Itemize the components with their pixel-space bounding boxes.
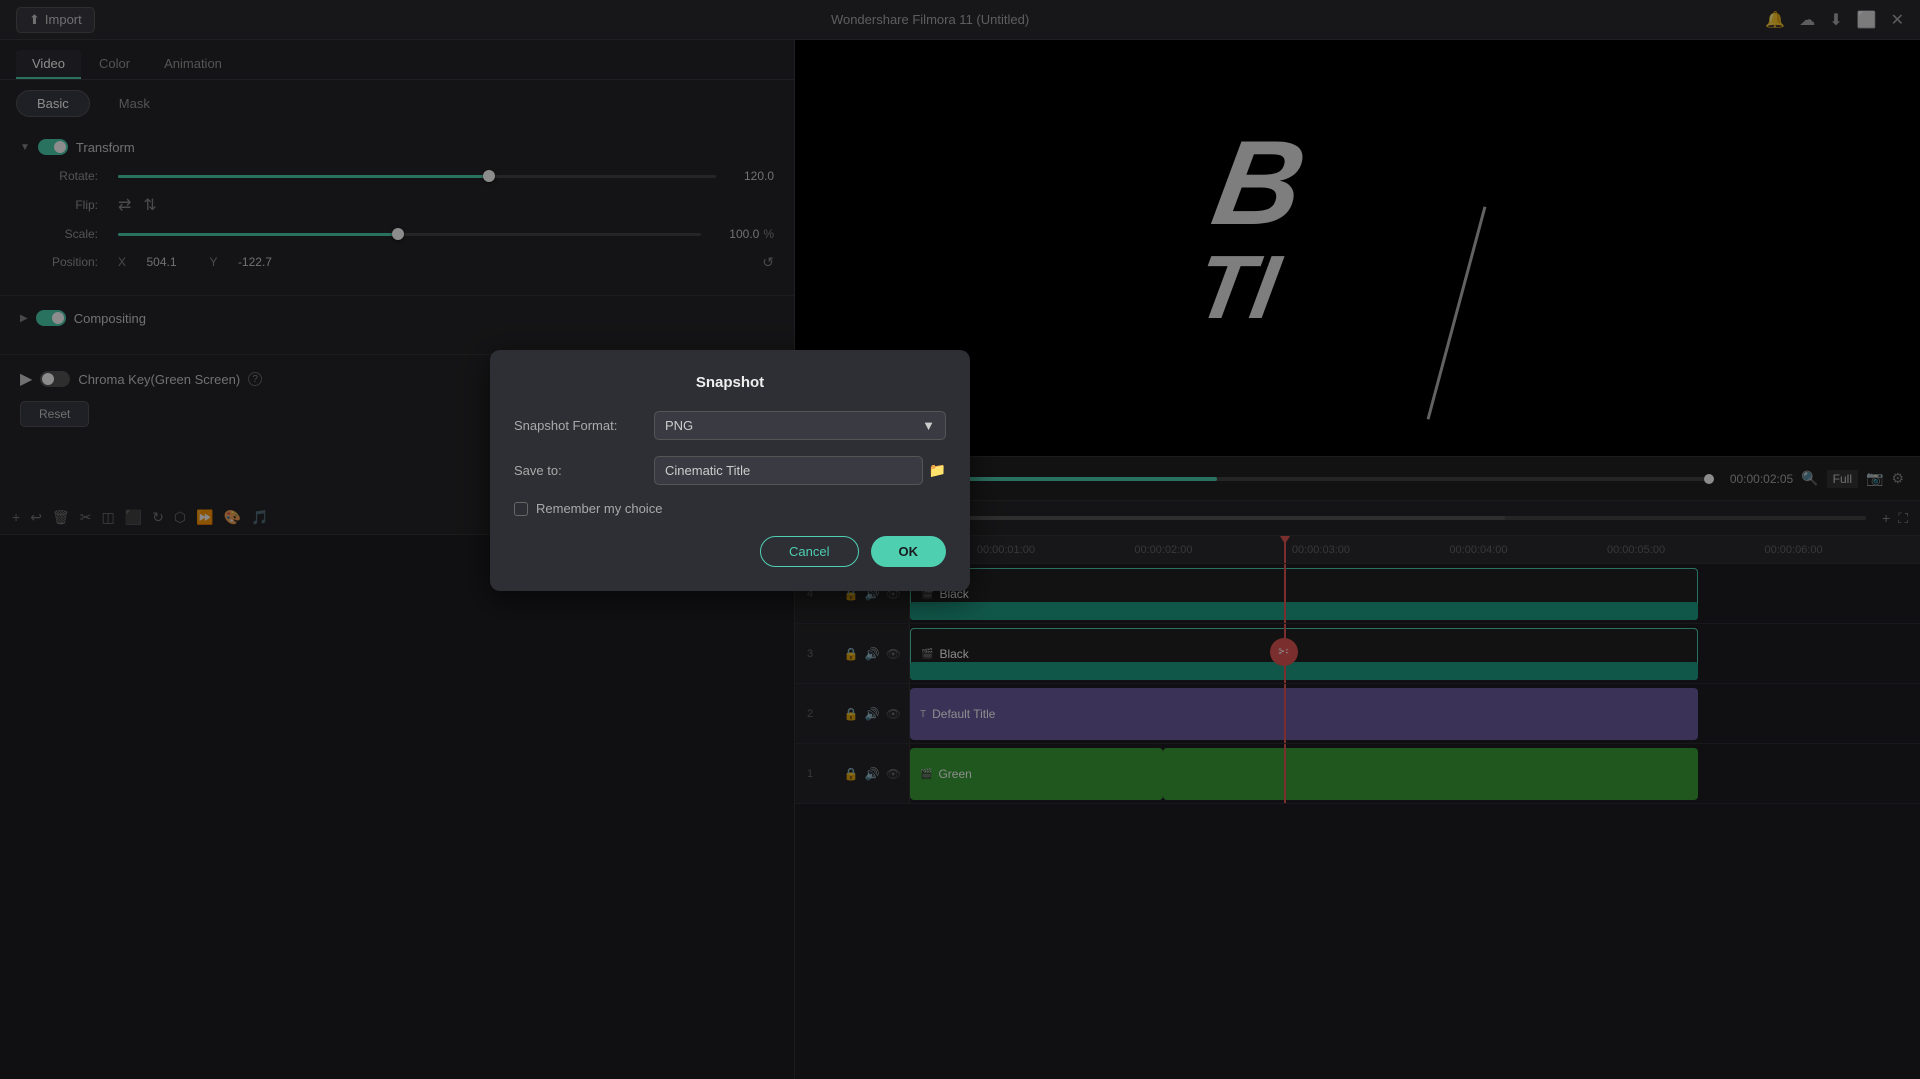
snapshot-dialog-buttons: Cancel OK	[514, 536, 946, 567]
snapshot-remember-row: Remember my choice	[514, 501, 946, 516]
snapshot-save-value: Cinematic Title	[665, 463, 750, 478]
snapshot-format-value: PNG	[665, 418, 693, 433]
snapshot-dialog-title: Snapshot	[514, 374, 946, 391]
cancel-button[interactable]: Cancel	[760, 536, 858, 567]
snapshot-format-chevron: ▼	[922, 418, 935, 433]
snapshot-format-label: Snapshot Format:	[514, 418, 654, 433]
snapshot-remember-checkbox[interactable]	[514, 502, 528, 516]
snapshot-save-row: Save to: Cinematic Title 📁	[514, 456, 946, 485]
snapshot-remember-label: Remember my choice	[536, 501, 662, 516]
ok-button[interactable]: OK	[871, 536, 947, 567]
snapshot-format-select[interactable]: PNG ▼	[654, 411, 946, 440]
snapshot-dialog: Snapshot Snapshot Format: PNG ▼ Save to:…	[490, 350, 970, 591]
snapshot-save-label: Save to:	[514, 463, 654, 478]
snapshot-save-input[interactable]: Cinematic Title	[654, 456, 923, 485]
folder-icon[interactable]: 📁	[929, 462, 946, 479]
snapshot-format-row: Snapshot Format: PNG ▼	[514, 411, 946, 440]
dialog-overlay: Snapshot Snapshot Format: PNG ▼ Save to:…	[0, 0, 1920, 1079]
